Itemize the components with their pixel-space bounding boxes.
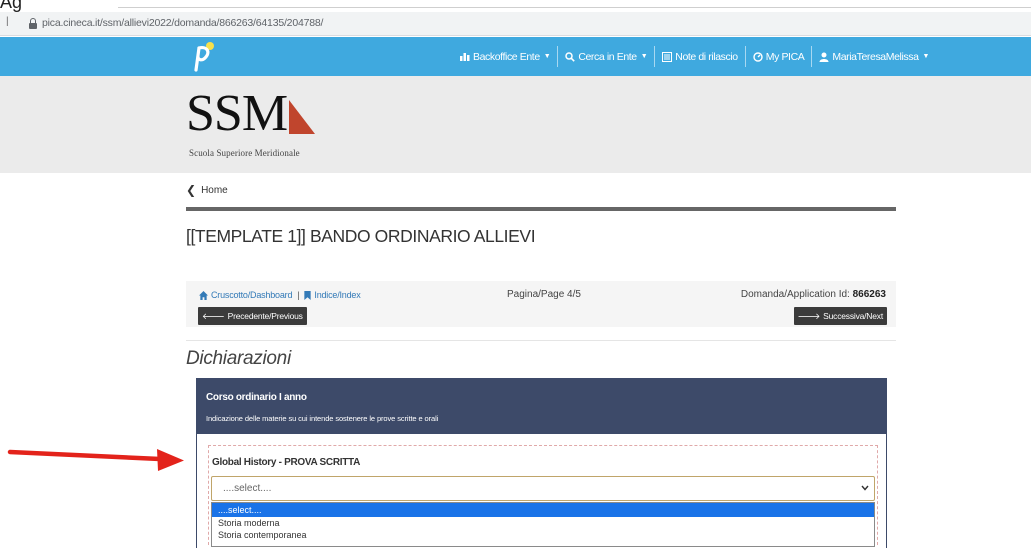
pager-breadcrumb: Cruscotto/Dashboard | Indice/Index: [199, 290, 361, 300]
ssm-logo-text[interactable]: SSM: [186, 88, 288, 140]
url-text[interactable]: pica.cineca.it/ssm/allievi2022/domanda/8…: [42, 17, 323, 29]
course-panel-header: Corso ordinario I anno Indicazione delle…: [197, 379, 886, 434]
pager-bar: Cruscotto/Dashboard | Indice/Index Pagin…: [186, 281, 896, 327]
dropdown-option[interactable]: Storia contemporanea: [212, 529, 874, 541]
nav-backoffice-ente[interactable]: Backoffice Ente ▼: [453, 46, 557, 67]
chevron-left-icon: ❮: [186, 183, 197, 197]
ssm-triangle-logo-icon: [289, 100, 315, 134]
nav-cerca-in-ente[interactable]: Cerca in Ente ▼: [558, 46, 654, 67]
nav-user-menu[interactable]: MariaTeresaMelissa ▼: [812, 46, 936, 67]
crumb-separator: |: [297, 290, 300, 300]
nav-my-pica[interactable]: My PICA: [746, 46, 812, 67]
nav-note-di-rilascio-label: Note di rilascio: [675, 50, 738, 63]
nav-note-di-rilascio[interactable]: Note di rilascio: [655, 46, 744, 67]
nav-backoffice-ente-label: Backoffice Ente: [473, 50, 540, 63]
top-navbar: Backoffice Ente ▼ Cerca in Ente ▼ Note d…: [0, 37, 1031, 76]
page-indicator: Pagina/Page 4/5: [507, 289, 581, 300]
index-link[interactable]: Indice/Index: [314, 290, 360, 300]
title-rule: [186, 207, 896, 211]
nav-my-pica-label: My PICA: [765, 50, 805, 63]
arrow-right-icon: 🡒: [797, 310, 821, 321]
page-title: [[TEMPLATE 1]] BANDO ORDINARIO ALLIEVI: [186, 226, 536, 246]
next-button-label: Successiva/Next: [823, 311, 883, 321]
next-button[interactable]: 🡒 Successiva/Next: [793, 307, 887, 325]
red-arrow-icon: [7, 449, 184, 471]
bar-chart-icon: [460, 53, 470, 61]
application-id-value: 866263: [852, 289, 886, 300]
user-icon: [819, 52, 829, 62]
caret-down-icon: ▼: [543, 53, 551, 60]
previous-button-label: Precedente/Previous: [227, 311, 303, 321]
chevron-down-icon: [861, 485, 869, 491]
address-bar-edge: |: [6, 16, 9, 27]
dropdown-option[interactable]: ....select....: [212, 503, 874, 517]
search-icon: [565, 51, 576, 62]
list-icon: [662, 51, 673, 62]
nav-cerca-in-ente-label: Cerca in Ente: [578, 50, 637, 63]
previous-button[interactable]: 🡐 Precedente/Previous: [198, 307, 307, 325]
course-panel-title: Corso ordinario I anno: [206, 392, 307, 403]
dropdown-option[interactable]: Storia moderna: [212, 517, 874, 529]
global-history-select[interactable]: ....select....: [211, 476, 875, 501]
course-panel-description: Indicazione delle materie su cui intende…: [206, 414, 439, 423]
institution-banner: SSM Scuola Superiore Meridionale: [0, 76, 1031, 173]
application-id: Domanda/Application Id: 866263: [741, 289, 886, 300]
dashboard-link[interactable]: Cruscotto/Dashboard: [211, 290, 292, 300]
bookmark-icon: [304, 290, 312, 300]
pica-logo-icon[interactable]: [189, 40, 217, 72]
navbar-menu: Backoffice Ente ▼ Cerca in Ente ▼ Note d…: [453, 37, 936, 76]
top-strip: Ag: [0, 0, 1031, 12]
ssm-subtitle: Scuola Superiore Meridionale: [189, 148, 300, 158]
nav-user-menu-label: MariaTeresaMelissa: [832, 50, 919, 63]
top-strip-line: [118, 7, 1031, 8]
lock-icon[interactable]: [29, 18, 37, 29]
address-bar[interactable]: | pica.cineca.it/ssm/allievi2022/domanda…: [0, 12, 1031, 36]
global-history-label: Global History - PROVA SCRITTA: [212, 457, 361, 468]
section-heading: Dichiarazioni: [186, 348, 291, 369]
home-link[interactable]: ❮ Home: [186, 183, 228, 197]
section-divider: [186, 340, 896, 341]
caret-down-icon: ▼: [922, 53, 930, 60]
home-link-label: Home: [201, 184, 228, 196]
select-current-value: ....select....: [223, 483, 272, 494]
select-dropdown-list: ....select.... Storia moderna Storia con…: [211, 502, 875, 547]
arrow-left-icon: 🡐: [202, 310, 225, 321]
home-icon: [199, 290, 208, 300]
caret-down-icon: ▼: [640, 53, 648, 60]
application-id-label: Domanda/Application Id:: [740, 289, 850, 300]
dashboard-icon: [753, 51, 763, 62]
